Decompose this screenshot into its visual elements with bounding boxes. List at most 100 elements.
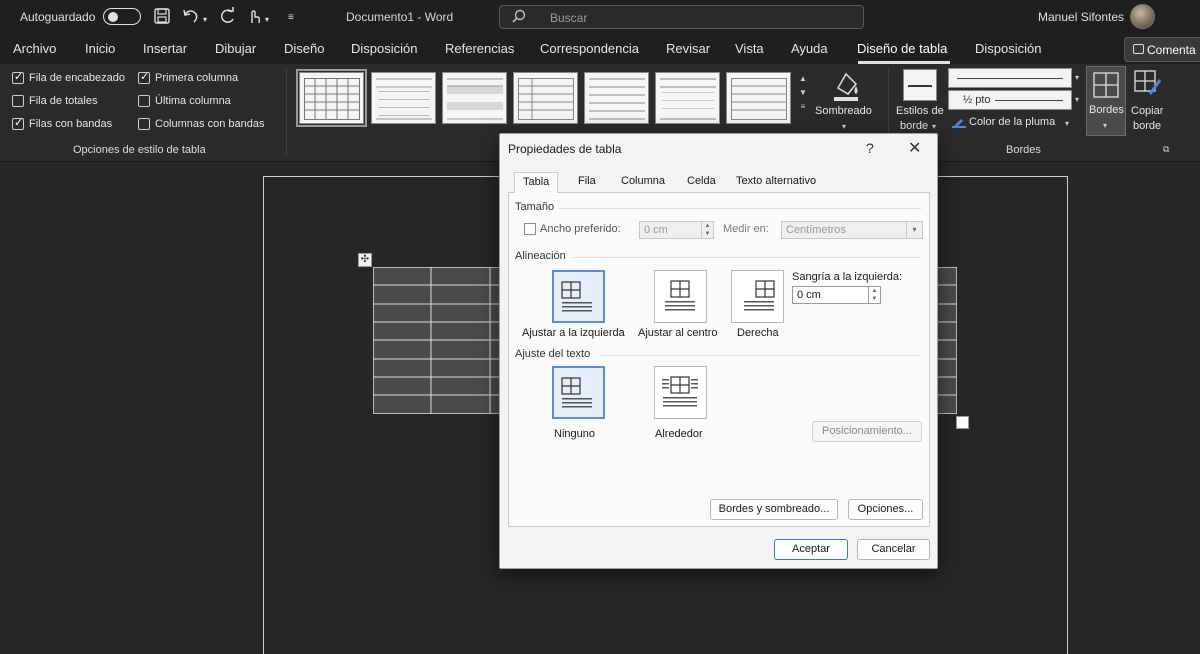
borders-icon	[1093, 72, 1119, 98]
tab-fila[interactable]: Fila	[578, 175, 596, 187]
left-indent-label: Sangría a la izquierda:	[792, 271, 903, 283]
left-indent-input[interactable]: 0 cm ▲ ▼	[792, 286, 881, 304]
pen-color-label[interactable]: Color de la pluma	[969, 116, 1055, 128]
close-icon[interactable]: ✕	[908, 138, 921, 158]
table-style-thumb[interactable]	[442, 72, 507, 124]
tab-vista[interactable]: Vista	[735, 41, 764, 56]
positioning-button[interactable]: Posicionamiento...	[812, 421, 922, 442]
measure-in-value: Centímetros	[786, 224, 846, 236]
border-styles-icon[interactable]	[903, 69, 937, 101]
align-center-option[interactable]	[654, 270, 707, 323]
table-style-thumb[interactable]	[371, 72, 436, 124]
tab-referencias[interactable]: Referencias	[445, 41, 514, 56]
preferred-width-spinner[interactable]: ▲ ▼	[701, 222, 713, 238]
borders-shading-button[interactable]: Bordes y sombreado...	[710, 499, 838, 520]
borders-button[interactable]: Bordes ▾	[1086, 66, 1126, 136]
tab-disposicion-tabla[interactable]: Disposición	[975, 41, 1041, 56]
pen-color-dropdown-icon[interactable]: ▾	[1065, 119, 1069, 128]
wrap-around-option[interactable]	[654, 366, 707, 419]
search-placeholder: Buscar	[550, 11, 588, 25]
copy-border-label-2[interactable]: borde	[1133, 120, 1161, 132]
checkbox-total-row[interactable]: Fila de totales	[12, 95, 97, 108]
checkbox-banded-rows[interactable]: Filas con bandas	[12, 117, 112, 131]
measure-in-select[interactable]: Centímetros ▾	[781, 221, 923, 239]
checkbox-label: Fila de totales	[29, 95, 98, 107]
table-style-thumb[interactable]	[584, 72, 649, 124]
tab-columna[interactable]: Columna	[621, 175, 665, 187]
checkbox-last-column[interactable]: Última columna	[138, 95, 231, 108]
table-style-thumb[interactable]	[513, 72, 578, 124]
tab-dibujar[interactable]: Dibujar	[215, 41, 256, 56]
checkbox-banded-columns[interactable]: Columnas con bandas	[138, 118, 264, 131]
wrap-none-option[interactable]	[552, 366, 605, 419]
touch-mode-icon[interactable]	[246, 7, 262, 30]
align-right-option[interactable]	[731, 270, 784, 323]
measure-in-label: Medir en:	[723, 223, 769, 235]
user-name[interactable]: Manuel Sifontes	[1038, 10, 1124, 24]
options-button[interactable]: Opciones...	[848, 499, 923, 520]
autosave-toggle[interactable]	[103, 8, 141, 25]
shading-label[interactable]: Sombreado	[815, 105, 872, 117]
comments-button[interactable]: Comenta	[1124, 37, 1200, 62]
tab-texto-alternativo[interactable]: Texto alternativo	[736, 175, 816, 187]
chevron-down-icon: ▾	[906, 222, 922, 238]
pen-color-icon[interactable]	[952, 116, 966, 128]
preferred-width-checkbox[interactable]	[524, 223, 536, 235]
table-style-thumb[interactable]	[726, 72, 791, 124]
avatar[interactable]	[1130, 4, 1155, 29]
border-styles-label-2[interactable]: borde	[900, 120, 928, 132]
section-text-wrap: Ajuste del texto	[515, 348, 591, 360]
table-resize-handle[interactable]	[956, 416, 969, 429]
section-divider	[599, 355, 921, 356]
align-left-label: Ajustar a la izquierda	[522, 327, 625, 339]
help-button[interactable]: ?	[866, 140, 874, 156]
dialog-launcher-icon[interactable]: ⧉	[1163, 144, 1169, 155]
left-indent-spinner[interactable]: ▲ ▼	[868, 287, 880, 303]
search-box[interactable]: Buscar	[499, 5, 864, 29]
border-styles-label[interactable]: Estilos de	[896, 105, 944, 117]
tab-celda[interactable]: Celda	[687, 175, 716, 187]
tab-insertar[interactable]: Insertar	[143, 41, 187, 56]
customize-toolbar-icon[interactable]: ≡	[288, 9, 294, 27]
tab-revisar[interactable]: Revisar	[666, 41, 710, 56]
checkbox-header-row[interactable]: Fila de encabezado	[12, 71, 125, 85]
preferred-width-input[interactable]: 0 cm ▲ ▼	[639, 221, 714, 239]
shading-dropdown-icon[interactable]: ▾	[842, 122, 846, 131]
tab-correspondencia[interactable]: Correspondencia	[540, 41, 639, 56]
line-weight-value: ½ pto	[963, 94, 991, 106]
line-style-select[interactable]	[948, 68, 1072, 88]
tab-diseno-de-tabla[interactable]: Diseño de tabla	[857, 41, 947, 56]
line-weight-select[interactable]: ½ pto	[948, 90, 1072, 110]
line-style-dropdown-icon[interactable]: ▾	[1075, 73, 1079, 82]
cancel-button[interactable]: Cancelar	[857, 539, 930, 560]
borders-label: Bordes	[1089, 104, 1124, 116]
align-left-option[interactable]	[552, 270, 605, 323]
tab-inicio[interactable]: Inicio	[85, 41, 115, 56]
checkbox-first-column[interactable]: Primera columna	[138, 71, 238, 85]
table-style-thumb[interactable]	[296, 69, 367, 127]
line-weight-dropdown-icon[interactable]: ▾	[1075, 95, 1079, 104]
copy-border-icon[interactable]	[1134, 70, 1162, 98]
tab-disposicion[interactable]: Disposición	[351, 41, 417, 56]
save-icon[interactable]	[153, 7, 171, 30]
tab-ayuda[interactable]: Ayuda	[791, 41, 828, 56]
dialog-body: Tamaño Ancho preferido: 0 cm ▲ ▼ Medir en…	[508, 193, 930, 527]
gallery-scroll[interactable]: ▲ ▼ ≡	[796, 72, 810, 128]
touch-dropdown-icon[interactable]: ▾	[265, 11, 269, 29]
undo-icon[interactable]	[181, 7, 201, 30]
tab-diseno[interactable]: Diseño	[284, 41, 324, 56]
redo-icon[interactable]	[219, 7, 237, 30]
ok-button[interactable]: Aceptar	[774, 539, 848, 560]
tab-tabla[interactable]: Tabla	[514, 172, 559, 194]
border-styles-dropdown-icon[interactable]: ▾	[932, 122, 936, 131]
title-bar: Autoguardado ▾ ▾ ≡ Documento1 - Word Bus…	[0, 0, 1200, 34]
table-style-thumb[interactable]	[655, 72, 720, 124]
table-properties-dialog: Propiedades de tabla ? ✕ Tabla Fila Colu…	[499, 133, 938, 569]
preferred-width-label: Ancho preferido:	[540, 223, 621, 235]
tab-archivo[interactable]: Archivo	[13, 41, 56, 56]
table-move-handle[interactable]: ✣	[358, 253, 372, 267]
group-separator	[286, 68, 287, 156]
copy-border-label[interactable]: Copiar	[1131, 105, 1163, 117]
shading-icon[interactable]	[830, 68, 862, 102]
undo-dropdown-icon[interactable]: ▾	[203, 11, 207, 29]
